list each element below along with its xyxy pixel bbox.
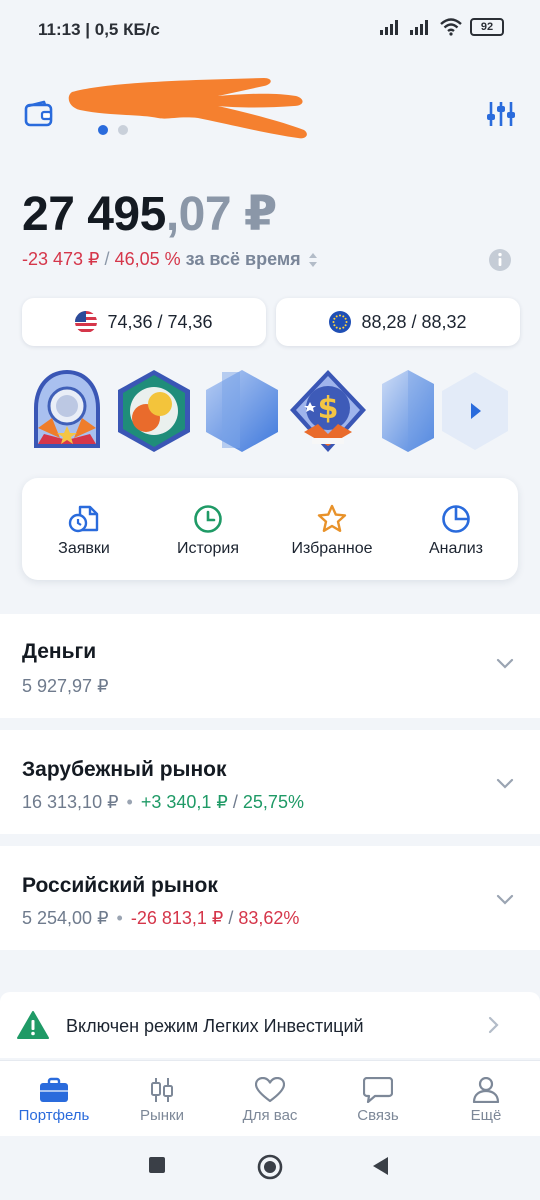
back-triangle-icon[interactable] [372, 1156, 390, 1176]
balance-fraction: ,07 ₽ [165, 188, 277, 241]
pager-dot[interactable] [118, 125, 128, 135]
nav-for-you-label: Для вас [242, 1107, 298, 1124]
pager-dot-active[interactable] [98, 125, 108, 135]
action-history-label: История [176, 540, 240, 557]
wifi-icon [440, 18, 462, 36]
action-orders-label: Заявки [58, 540, 110, 557]
star-icon [317, 504, 347, 532]
chevron-right-icon[interactable] [488, 1016, 500, 1034]
badge-coins[interactable] [116, 368, 192, 454]
badge-locked[interactable] [204, 368, 280, 454]
clock-icon [194, 505, 222, 533]
status-icons: 92 [380, 18, 504, 36]
bullet-separator: • [126, 792, 133, 812]
sliders-icon[interactable] [486, 100, 516, 133]
action-orders[interactable]: Заявки [22, 478, 146, 580]
portfolio-pnl[interactable]: -23 473 ₽ / 46,05 % за всё время [22, 249, 318, 270]
section-money[interactable]: Деньги 5 927,97 ₽ [0, 614, 540, 718]
orders-icon [68, 505, 99, 533]
badges-more-button[interactable] [438, 368, 512, 459]
nav-chat[interactable]: Связь [324, 1061, 432, 1136]
section-russian-market[interactable]: Российский рынок 5 254,00 ₽ • -26 813,1 ₽ … [0, 846, 540, 950]
pnl-percent: 46,05 % [114, 249, 181, 269]
badge-dollar[interactable]: $ [288, 368, 368, 454]
usd-rate: 74,36 / 74,36 [107, 311, 213, 332]
briefcase-icon [40, 1077, 68, 1102]
status-bar: 11:13 | 0,5 КБ/с 92 [0, 0, 540, 58]
pnl-separator: / [104, 249, 110, 269]
section-russian-percent: 83,62% [238, 908, 300, 928]
battery-indicator: 92 [470, 18, 504, 36]
pnl-period[interactable]: за всё время [186, 249, 301, 269]
svg-text:$: $ [318, 391, 339, 426]
portfolio-pager[interactable] [98, 125, 128, 135]
section-russian-title: Российский рынок [22, 874, 218, 897]
bottom-navigation: Портфель Рынки Для вас Связь Ещё [0, 1060, 540, 1136]
section-foreign-percent: 25,75% [242, 792, 304, 812]
nav-more[interactable]: Ещё [432, 1061, 540, 1136]
candles-icon [151, 1078, 173, 1102]
section-foreign-market[interactable]: Зарубежный рынок 16 313,10 ₽ • +3 340,1 ₽ … [0, 730, 540, 834]
action-analysis-label: Анализ [428, 540, 483, 557]
action-history[interactable]: История [146, 478, 270, 580]
chevron-down-icon[interactable] [496, 658, 514, 670]
action-favorites-label: Избранное [291, 540, 373, 557]
action-favorites[interactable]: Избранное [270, 478, 394, 580]
achievement-badges: $ [22, 368, 522, 454]
info-icon[interactable] [488, 248, 512, 277]
usd-rate-pill[interactable]: 74,36 / 74,36 [22, 298, 266, 346]
section-russian-change: -26 813,1 ₽ [130, 908, 224, 928]
section-foreign-change: +3 340,1 ₽ [140, 792, 228, 812]
signal-icon [380, 20, 398, 35]
nav-for-you[interactable]: Для вас [216, 1061, 324, 1136]
action-analysis[interactable]: Анализ [394, 478, 518, 580]
nav-chat-label: Связь [357, 1107, 399, 1124]
easy-invest-banner[interactable]: Включен режим Легких Инвестиций [0, 992, 540, 1058]
section-money-title: Деньги [22, 640, 97, 663]
slash-separator: / [232, 792, 243, 812]
chevron-down-icon[interactable] [496, 894, 514, 906]
section-foreign-title: Зарубежный рынок [22, 758, 227, 781]
eur-rate: 88,28 / 88,32 [361, 311, 467, 332]
bullet-separator: • [116, 908, 123, 928]
profile-icon [472, 1077, 500, 1103]
badge-astronaut[interactable] [32, 368, 102, 454]
pie-chart-icon [442, 505, 470, 533]
us-flag-icon [75, 311, 98, 333]
portfolio-balance: 27 495,07 ₽ [22, 186, 277, 242]
wallet-icon[interactable] [24, 100, 54, 133]
nav-more-label: Ещё [470, 1107, 502, 1124]
status-time: 11:13 | 0,5 КБ/с [38, 20, 160, 39]
eur-rate-pill[interactable]: 88,28 / 88,32 [276, 298, 520, 346]
chevron-down-icon[interactable] [496, 778, 514, 790]
warning-icon [17, 1011, 49, 1039]
section-money-value: 5 927,97 ₽ [22, 676, 109, 696]
slash-separator: / [228, 908, 239, 928]
section-russian-value: 5 254,00 ₽ [22, 908, 109, 928]
section-foreign-stats: 16 313,10 ₽ • +3 340,1 ₽ / 25,75% [22, 792, 304, 813]
home-circle-icon[interactable] [257, 1154, 283, 1180]
badge-locked[interactable] [380, 368, 436, 454]
chat-icon [363, 1077, 393, 1103]
pnl-amount: -23 473 ₽ [22, 249, 100, 269]
signal-icon [410, 20, 428, 35]
sort-arrows-icon[interactable] [308, 251, 318, 269]
heart-icon [255, 1077, 285, 1103]
balance-integer: 27 495 [22, 188, 166, 241]
system-navigation-bar [0, 1136, 540, 1200]
recents-square-icon[interactable] [148, 1156, 166, 1174]
section-russian-stats: 5 254,00 ₽ • -26 813,1 ₽ / 83,62% [22, 908, 299, 929]
eu-flag-icon [329, 311, 352, 333]
nav-portfolio-label: Портфель [18, 1107, 90, 1124]
quick-actions-card: Заявки История Избранное Анализ [22, 478, 518, 580]
portfolio-header [0, 70, 540, 150]
banner-text: Включен режим Легких Инвестиций [66, 1016, 364, 1036]
nav-markets-label: Рынки [139, 1107, 184, 1124]
nav-portfolio[interactable]: Портфель [0, 1061, 108, 1136]
section-foreign-value: 16 313,10 ₽ [22, 792, 119, 812]
nav-markets[interactable]: Рынки [108, 1061, 216, 1136]
